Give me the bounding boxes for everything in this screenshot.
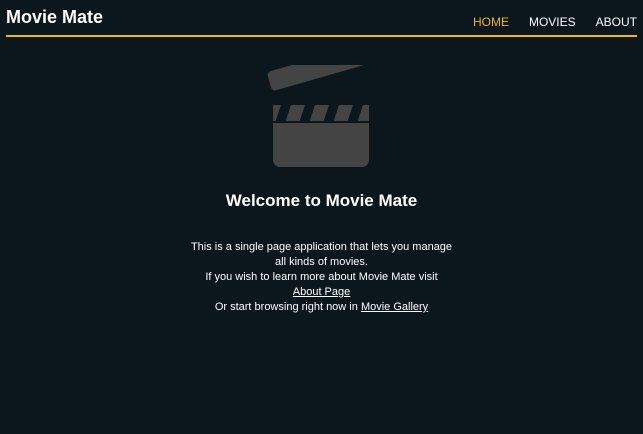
clapperboard-icon bbox=[267, 65, 369, 167]
nav-movies-link[interactable]: MOVIES bbox=[529, 15, 576, 29]
brand-title: Movie Mate bbox=[6, 7, 104, 27]
welcome-description: This is a single page application that l… bbox=[187, 240, 457, 315]
welcome-heading: Welcome to Movie Mate bbox=[225, 191, 418, 210]
intro-text: This is a single page application that l… bbox=[190, 241, 453, 268]
main-nav: HOME MOVIES ABOUT bbox=[473, 15, 637, 29]
browse-text: Or start browsing right now in bbox=[214, 301, 358, 313]
welcome-section: Welcome to Movie Mate This is a single p… bbox=[0, 65, 643, 315]
about-page-link[interactable]: About Page bbox=[293, 286, 351, 298]
learn-more-text: If you wish to learn more about Movie Ma… bbox=[205, 271, 438, 283]
top-navbar: Movie Mate HOME MOVIES ABOUT bbox=[6, 0, 637, 37]
nav-home-link[interactable]: HOME bbox=[473, 15, 509, 29]
nav-about-link[interactable]: ABOUT bbox=[596, 15, 637, 29]
movie-gallery-link[interactable]: Movie Gallery bbox=[361, 301, 428, 313]
